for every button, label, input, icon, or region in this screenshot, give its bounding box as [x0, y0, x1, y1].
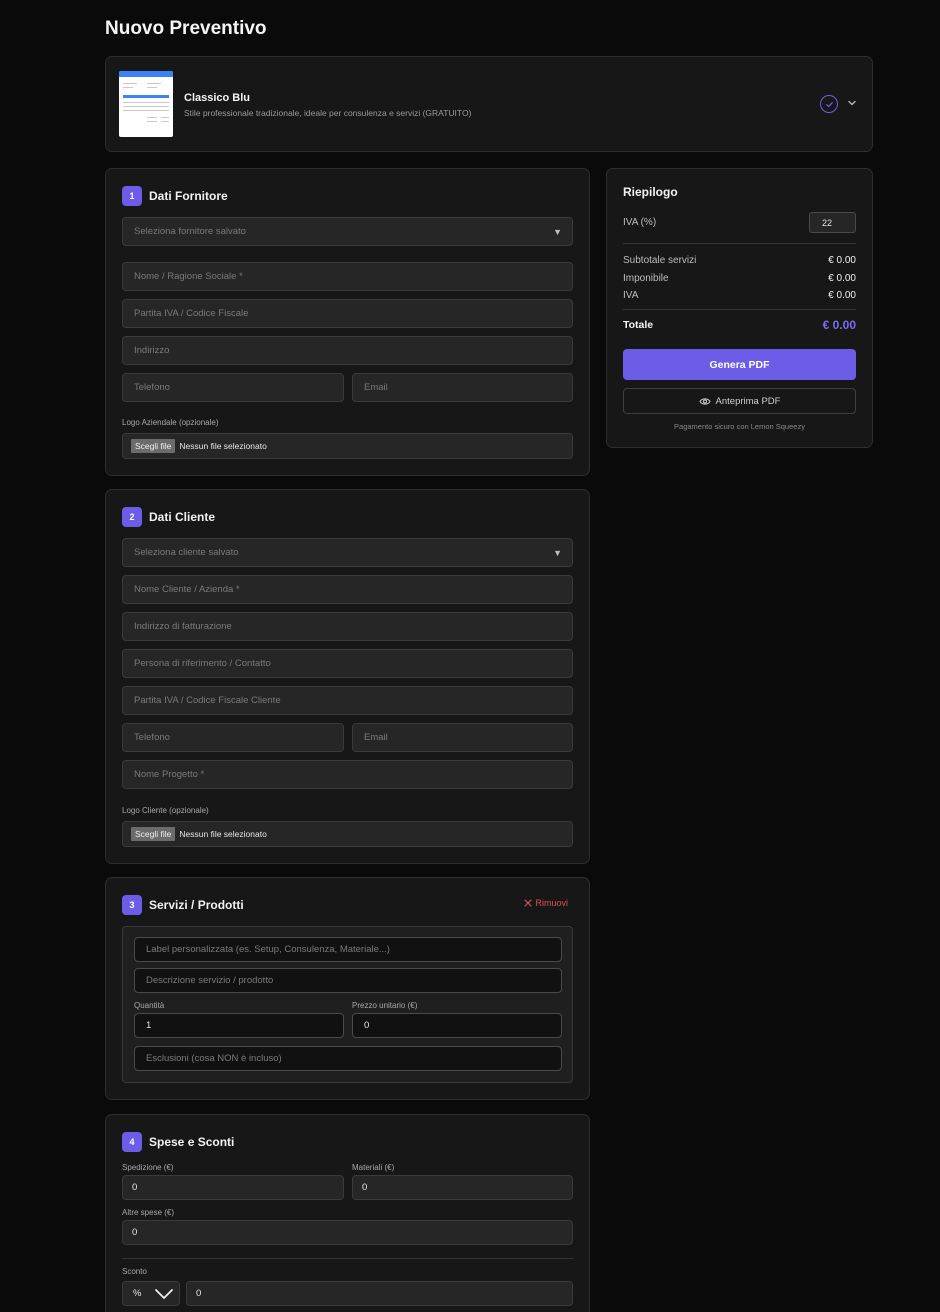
generate-pdf-button[interactable]: Genera PDF [623, 349, 856, 380]
client-logo-label: Logo Cliente (opzionale) [122, 806, 209, 815]
taxable-label: Imponibile [623, 273, 669, 284]
template-description: Stile professionale tradizionale, ideale… [184, 108, 472, 118]
preview-pdf-label: Anteprima PDF [715, 395, 781, 407]
supplier-phone-input[interactable]: Telefono [122, 373, 344, 402]
remove-label: Rimuovi [535, 898, 568, 908]
supplier-select[interactable]: Seleziona fornitore salvato ▼ [122, 217, 573, 246]
project-name-input[interactable]: Nome Progetto * [122, 760, 573, 789]
supplier-logo-file-input[interactable]: Scegli file Nessun file selezionato [122, 433, 573, 459]
exclusions-input[interactable]: Esclusioni (cosa NON è incluso) [134, 1046, 562, 1071]
quantity-label: Quantità [134, 1001, 165, 1010]
other-expenses-input[interactable]: 0 [122, 1220, 573, 1245]
subtotal-value: € 0.00 [828, 255, 856, 266]
supplier-email-input[interactable]: Email [352, 373, 573, 402]
supplier-vat-input[interactable]: Partita IVA / Codice Fiscale [122, 299, 573, 328]
chevron-down-icon[interactable] [846, 97, 858, 109]
materials-input[interactable]: 0 [352, 1175, 573, 1200]
divider [623, 243, 856, 244]
services-section: 3 Servizi / Prodotti Rimuovi Label perso… [105, 877, 590, 1100]
section-title: Servizi / Prodotti [149, 898, 244, 912]
discount-type-select[interactable]: % [122, 1281, 180, 1306]
summary-panel: Riepilogo IVA (%) 22 Subtotale servizi €… [606, 168, 873, 448]
chevron-down-icon [155, 1289, 173, 1299]
client-contact-input[interactable]: Persona di riferimento / Contatto [122, 649, 573, 678]
shipping-input[interactable]: 0 [122, 1175, 344, 1200]
vat-percent-label: IVA (%) [623, 217, 657, 228]
client-logo-file-input[interactable]: Scegli file Nessun file selezionato [122, 821, 573, 847]
expenses-section: 4 Spese e Sconti Spedizione (€) Material… [105, 1114, 590, 1312]
remove-service-button[interactable]: Rimuovi [524, 898, 568, 908]
discount-type-value: % [133, 1288, 142, 1299]
file-status: Nessun file selezionato [179, 829, 267, 839]
taxable-value: € 0.00 [828, 273, 856, 284]
supplier-logo-label: Logo Aziendale (opzionale) [122, 418, 219, 427]
section-number: 3 [122, 895, 142, 915]
secure-payment-note: Pagamento sicuro con Lemon Squeezy [674, 422, 805, 431]
shipping-label: Spedizione (€) [122, 1163, 174, 1172]
summary-title: Riepilogo [623, 185, 678, 199]
client-email-input[interactable]: Email [352, 723, 573, 752]
close-icon [524, 899, 533, 907]
divider [122, 1258, 573, 1259]
section-number: 2 [122, 507, 142, 527]
quantity-input[interactable]: 1 [134, 1013, 344, 1038]
caret-down-icon: ▼ [553, 227, 562, 237]
eye-icon [698, 397, 711, 405]
supplier-name-input[interactable]: Nome / Ragione Sociale * [122, 262, 573, 291]
total-label: Totale [623, 319, 654, 331]
supplier-select-label: Seleziona fornitore salvato [134, 226, 246, 237]
service-item: Label personalizzata (es. Setup, Consule… [122, 926, 573, 1083]
client-billing-address-input[interactable]: Indirizzo di fatturazione [122, 612, 573, 641]
unit-price-label: Prezzo unitario (€) [352, 1001, 418, 1010]
file-status: Nessun file selezionato [179, 441, 267, 451]
divider [623, 309, 856, 310]
preview-pdf-button[interactable]: Anteprima PDF [623, 388, 856, 414]
client-section: 2 Dati Cliente Seleziona cliente salvato… [105, 489, 590, 864]
section-title: Dati Cliente [149, 510, 216, 524]
supplier-section: 1 Dati Fornitore Seleziona fornitore sal… [105, 168, 590, 476]
vat-amount-value: € 0.00 [828, 290, 856, 301]
client-select-label: Seleziona cliente salvato [134, 547, 239, 558]
other-expenses-label: Altre spese (€) [122, 1208, 175, 1217]
choose-file-button[interactable]: Scegli file [131, 827, 176, 841]
subtotal-label: Subtotale servizi [623, 255, 697, 266]
client-vat-input[interactable]: Partita IVA / Codice Fiscale Cliente [122, 686, 573, 715]
choose-file-button[interactable]: Scegli file [131, 439, 176, 453]
template-name: Classico Blu [184, 92, 251, 104]
template-selector[interactable]: Classico Blu Stile professionale tradizi… [105, 56, 873, 152]
client-select[interactable]: Seleziona cliente salvato ▼ [122, 538, 573, 567]
service-label-input[interactable]: Label personalizzata (es. Setup, Consule… [134, 937, 562, 962]
materials-label: Materiali (€) [352, 1163, 395, 1172]
template-thumbnail [119, 71, 173, 137]
page-title: Nuovo Preventivo [105, 18, 267, 39]
section-number: 1 [122, 186, 142, 206]
client-phone-input[interactable]: Telefono [122, 723, 344, 752]
section-title: Dati Fornitore [149, 189, 228, 203]
section-title: Spese e Sconti [149, 1135, 235, 1149]
section-number: 4 [122, 1132, 142, 1152]
caret-down-icon: ▼ [553, 548, 562, 558]
supplier-address-input[interactable]: Indirizzo [122, 336, 573, 365]
unit-price-input[interactable]: 0 [352, 1013, 562, 1038]
client-name-input[interactable]: Nome Cliente / Azienda * [122, 575, 573, 604]
service-description-input[interactable]: Descrizione servizio / prodotto [134, 968, 562, 993]
vat-percent-input[interactable]: 22 [809, 212, 856, 233]
total-value: € 0.00 [822, 318, 856, 332]
discount-label: Sconto [122, 1267, 147, 1276]
discount-input[interactable]: 0 [186, 1281, 573, 1306]
check-circle-icon [820, 95, 838, 113]
vat-amount-label: IVA [623, 290, 639, 301]
